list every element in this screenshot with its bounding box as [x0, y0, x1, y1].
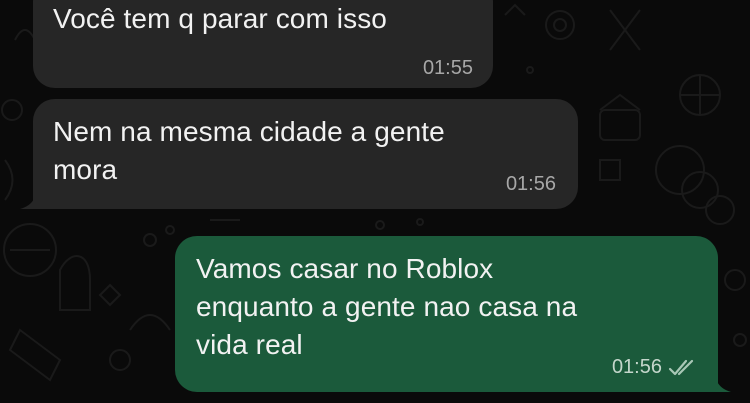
message-meta: 01:56	[506, 173, 556, 196]
message-bubble-outgoing[interactable]: Vamos casar no Roblox enquanto a gente n…	[175, 236, 718, 392]
message-text: Vamos casar no Roblox enquanto a gente n…	[196, 253, 578, 360]
message-bubble-incoming[interactable]: Você tem q parar com isso 01:55	[33, 0, 493, 88]
message-timestamp: 01:56	[611, 356, 662, 378]
message-timestamp: 01:55	[422, 57, 473, 79]
message-timestamp: 01:56	[505, 173, 556, 195]
message-text: Nem na mesma cidade a gente mora	[53, 116, 445, 185]
message-text: Você tem q parar com isso	[53, 3, 387, 34]
chat-window: Você tem q parar com isso 01:55 Nem na m…	[0, 0, 750, 403]
message-meta: 01:56	[612, 356, 696, 379]
message-meta: 01:55	[423, 57, 473, 80]
message-bubble-incoming[interactable]: Nem na mesma cidade a gente mora 01:56	[33, 99, 578, 209]
double-check-icon	[668, 359, 694, 375]
